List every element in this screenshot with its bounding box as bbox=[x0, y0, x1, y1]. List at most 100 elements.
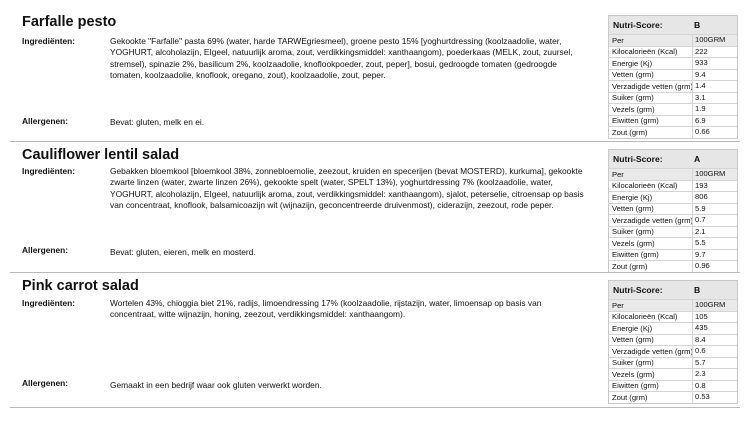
nutrition-name: Kilocalorieën (Kcal) bbox=[612, 47, 678, 56]
nutrition-name: Eiwitten (grm) bbox=[612, 116, 659, 125]
nutrition-row-salt: Zout (grm) 0.53 bbox=[609, 391, 737, 403]
nutrition-value: 9.4 bbox=[692, 69, 706, 80]
nutrition-name: Vezels (grm) bbox=[612, 369, 655, 379]
allergens-text: Bevat: gluten, eieren, melk en mosterd. bbox=[110, 247, 256, 257]
nutri-score-label: Nutri-Score: bbox=[613, 154, 663, 164]
ingredients-text: Wortelen 43%, chioggia biet 21%, radijs,… bbox=[110, 298, 542, 320]
nutrition-value: 0.53 bbox=[692, 392, 710, 403]
nutrition-value: 100GRM bbox=[692, 169, 725, 180]
nutrition-value: 1.4 bbox=[692, 81, 706, 92]
allergens-label: Allergenen: bbox=[22, 116, 69, 126]
ingredients-label: Ingrediënten: bbox=[22, 166, 76, 176]
nutrition-row-protein: Eiwitten (grm) 6.9 bbox=[609, 114, 737, 126]
nutrition-value: 222 bbox=[692, 46, 708, 57]
nutrition-value: 6.9 bbox=[692, 115, 706, 126]
nutri-score-value: A bbox=[694, 154, 701, 164]
nutrition-name: Verzadigde vetten (grm) bbox=[612, 346, 694, 356]
allergens-text: Bevat: gluten, melk en ei. bbox=[110, 117, 205, 127]
section-divider bbox=[10, 272, 740, 273]
nutrition-name: Vezels (grm) bbox=[612, 238, 655, 248]
nutri-score-label: Nutri-Score: bbox=[613, 285, 663, 295]
section-divider bbox=[10, 407, 740, 408]
nutrition-name: Suiker (grm) bbox=[612, 358, 654, 367]
nutrition-table: Nutri-Score: A Per 100GRM Kilocalorieën (… bbox=[608, 149, 738, 273]
nutrition-row-protein: Eiwitten (grm) 9.7 bbox=[609, 248, 737, 260]
nutrition-name: Energie (Kj) bbox=[612, 192, 653, 202]
nutrition-row-energy: Energie (Kj) 933 bbox=[609, 57, 737, 69]
nutrition-value: 933 bbox=[692, 58, 708, 69]
nutrition-value: 100GRM bbox=[692, 300, 725, 311]
nutrition-name: Eiwitten (grm) bbox=[612, 250, 659, 259]
nutrition-value: 3.1 bbox=[692, 92, 706, 103]
ingredients-text: Gekookte "Farfalle" pasta 69% (water, ha… bbox=[110, 36, 573, 80]
nutrition-name: Zout (grm) bbox=[612, 261, 648, 271]
nutrition-row-per: Per 100GRM bbox=[609, 299, 737, 311]
nutrition-row-saturated-fat: Verzadigde vetten (grm) 1.4 bbox=[609, 80, 737, 92]
nutrition-row-fiber: Vezels (grm) 5.5 bbox=[609, 237, 737, 249]
nutrition-name: Suiker (grm) bbox=[612, 93, 654, 102]
nutrition-name: Zout (grm) bbox=[612, 127, 648, 137]
nutrition-row-kcal: Kilocalorieën (Kcal) 222 bbox=[609, 45, 737, 57]
product-title: Cauliflower lentil salad bbox=[22, 147, 180, 163]
nutrition-name: Per bbox=[612, 169, 624, 179]
nutrition-table: Nutri-Score: B Per 100GRM Kilocalorieën (… bbox=[608, 15, 738, 139]
nutrition-row-salt: Zout (grm) 0.66 bbox=[609, 126, 737, 138]
nutri-score-value: B bbox=[694, 285, 701, 295]
nutrition-row-sugar: Suiker (grm) 5.7 bbox=[609, 356, 737, 368]
nutrition-row-saturated-fat: Verzadigde vetten (grm) 0.6 bbox=[609, 345, 737, 357]
nutrition-row-fat: Vetten (grm) 9.4 bbox=[609, 68, 737, 80]
nutri-score-value: B bbox=[694, 20, 701, 30]
section-divider bbox=[10, 141, 740, 142]
nutrition-value: 8.4 bbox=[692, 334, 706, 345]
nutrition-row-fiber: Vezels (grm) 1.9 bbox=[609, 103, 737, 115]
nutrition-row-sugar: Suiker (grm) 3.1 bbox=[609, 91, 737, 103]
nutrition-name: Kilocalorieën (Kcal) bbox=[612, 181, 678, 190]
nutri-score-header: Nutri-Score: B bbox=[609, 16, 737, 34]
product-card-pink-carrot-salad: Pink carrot salad Ingrediënten: Wortelen… bbox=[0, 274, 750, 408]
nutrition-name: Zout (grm) bbox=[612, 392, 648, 402]
nutrition-row-energy: Energie (Kj) 435 bbox=[609, 322, 737, 334]
product-title: Farfalle pesto bbox=[22, 14, 117, 30]
nutrition-name: Verzadigde vetten (grm) bbox=[612, 215, 694, 225]
nutrition-value: 435 bbox=[692, 323, 708, 334]
nutrition-row-kcal: Kilocalorieën (Kcal) 105 bbox=[609, 310, 737, 322]
nutrition-row-fiber: Vezels (grm) 2.3 bbox=[609, 368, 737, 380]
nutrition-value: 0.66 bbox=[692, 127, 710, 138]
nutrition-value: 105 bbox=[692, 311, 708, 322]
nutri-score-header: Nutri-Score: B bbox=[609, 281, 737, 299]
nutrition-name: Suiker (grm) bbox=[612, 227, 654, 236]
nutrition-name: Vetten (grm) bbox=[612, 335, 654, 344]
nutrition-row-protein: Eiwitten (grm) 0.8 bbox=[609, 379, 737, 391]
nutrition-row-per: Per 100GRM bbox=[609, 168, 737, 180]
nutrition-name: Vezels (grm) bbox=[612, 104, 655, 114]
nutrition-row-per: Per 100GRM bbox=[609, 34, 737, 46]
allergens-label: Allergenen: bbox=[22, 245, 69, 255]
nutrition-value: 2.1 bbox=[692, 226, 706, 237]
nutrition-value: 5.9 bbox=[692, 203, 706, 214]
product-title: Pink carrot salad bbox=[22, 278, 139, 294]
nutrition-row-saturated-fat: Verzadigde vetten (grm) 0.7 bbox=[609, 214, 737, 226]
nutrition-name: Per bbox=[612, 35, 624, 45]
ingredients-label: Ingrediënten: bbox=[22, 36, 76, 46]
nutri-score-label: Nutri-Score: bbox=[613, 20, 663, 30]
nutrition-name: Energie (Kj) bbox=[612, 58, 653, 68]
nutrition-row-kcal: Kilocalorieën (Kcal) 193 bbox=[609, 179, 737, 191]
allergens-label: Allergenen: bbox=[22, 378, 69, 388]
nutrition-name: Verzadigde vetten (grm) bbox=[612, 81, 694, 91]
nutri-score-header: Nutri-Score: A bbox=[609, 150, 737, 168]
product-card-farfalle-pesto: Farfalle pesto Ingrediënten: Gekookte "F… bbox=[0, 10, 750, 142]
nutrition-value: 193 bbox=[692, 180, 708, 191]
nutrition-row-fat: Vetten (grm) 8.4 bbox=[609, 333, 737, 345]
nutrition-value: 5.7 bbox=[692, 357, 706, 368]
nutrition-name: Vetten (grm) bbox=[612, 70, 654, 79]
nutrition-value: 1.9 bbox=[692, 104, 706, 115]
ingredients-text: Gebakken bloemkool [bloemkool 38%, zonne… bbox=[110, 166, 584, 210]
nutrition-name: Energie (Kj) bbox=[612, 323, 653, 333]
nutrition-value: 0.7 bbox=[692, 215, 706, 226]
nutrition-name: Kilocalorieën (Kcal) bbox=[612, 312, 678, 321]
nutrition-name: Per bbox=[612, 300, 624, 310]
nutrition-value: 5.5 bbox=[692, 238, 706, 249]
nutrition-row-fat: Vetten (grm) 5.9 bbox=[609, 202, 737, 214]
nutrition-value: 806 bbox=[692, 192, 708, 203]
nutrition-name: Vetten (grm) bbox=[612, 204, 654, 213]
